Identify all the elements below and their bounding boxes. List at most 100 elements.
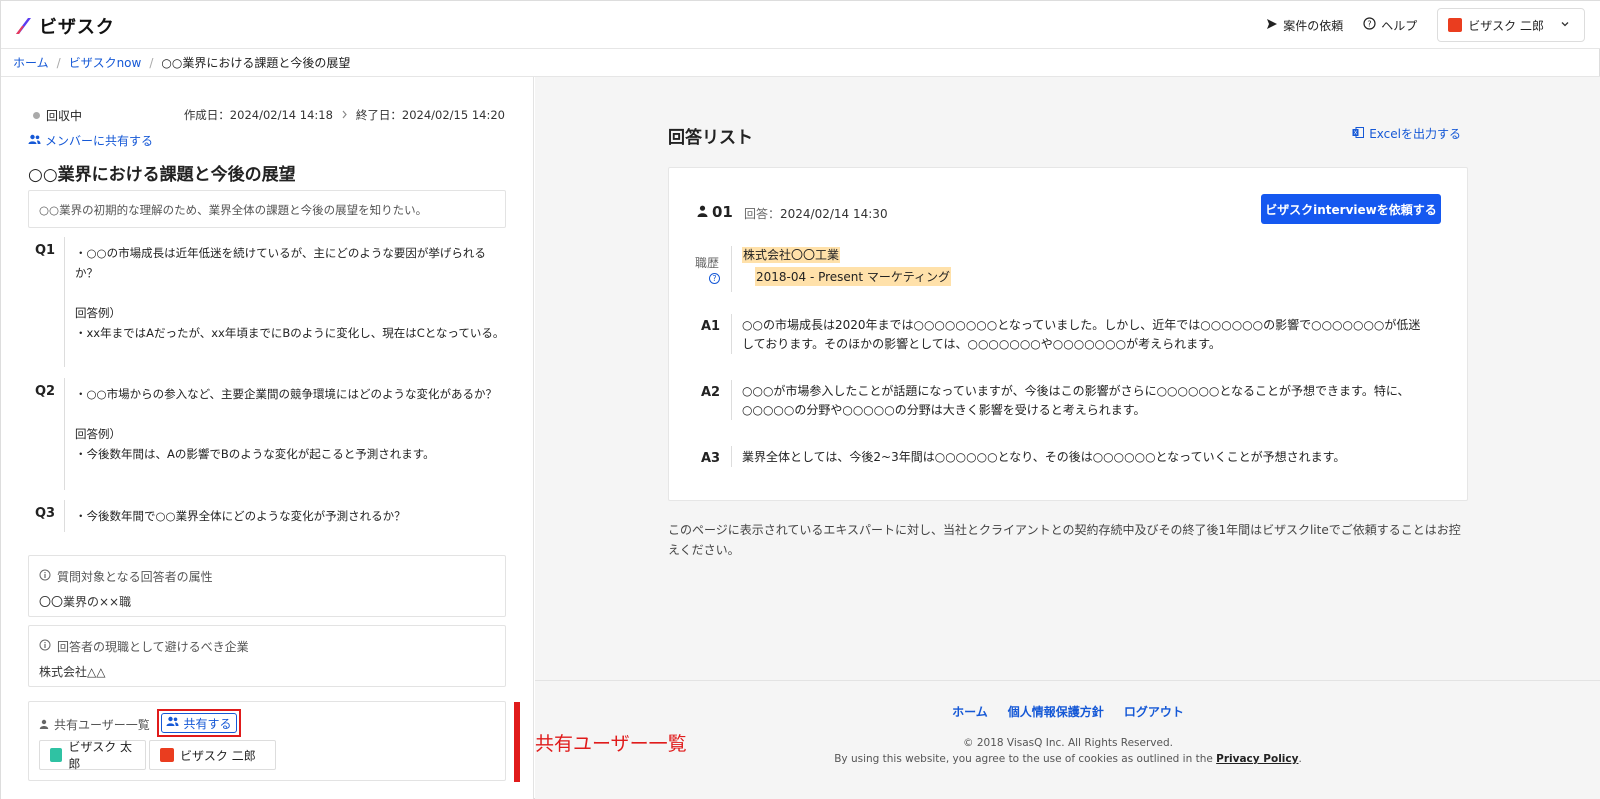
logo[interactable]: ビザスク [13,13,115,39]
avatar [160,748,174,762]
breadcrumb-separator: / [149,55,154,70]
career-label: 職歴 [695,256,720,270]
project-detail-panel: 回収中 作成日：2024/02/14 14:18 終了日：2024/02/15 … [1,77,534,799]
answer-date-key: 回答： [744,207,781,221]
annotation-bar [514,702,520,782]
answer-text: ○○○が市場参入したことが話題になっていますが、今後はこの影響がさらに○○○○○… [731,380,1431,420]
target-attribute-heading: 質問対象となる回答者の属性 [39,568,495,585]
footer-link-home[interactable]: ホーム [952,703,988,720]
logo-mark-icon [13,15,35,37]
shared-user-name: ビザスク 太郎 [68,740,133,771]
request-interview-button[interactable]: ビザスクinterviewを依頼する [1261,194,1441,224]
breadcrumb-home[interactable]: ホーム [13,54,49,71]
question-label: Q3 [35,506,56,521]
avatar [1448,18,1463,32]
answer-item: A3 業界全体としては、今後2~3年間は○○○○○○となり、その後は○○○○○○… [669,446,1469,467]
respondent-number: 01 [712,203,733,221]
answer-item: A2 ○○○が市場参入したことが話題になっていますが、今後はこの影響がさらに○○… [669,380,1469,420]
status-label: 回収中 [46,109,83,123]
breadcrumb-separator: / [56,55,61,70]
person-icon [697,203,708,221]
share-button-label: 共有する [183,716,232,731]
footer-link-privacy[interactable]: 個人情報保護方針 [1008,703,1104,720]
question-label: Q2 [35,384,56,399]
header-nav: 案件の依頼 ? ヘルプ ビザスク 二郎 [1266,8,1585,42]
send-icon [1266,18,1278,33]
share-button-highlight: 共有する [157,709,241,737]
answers-title: 回答リスト [668,128,753,148]
status-dot-icon [33,112,40,119]
target-attribute-box: 質問対象となる回答者の属性 〇〇業界の××職 [28,555,506,617]
info-icon [39,639,51,654]
answers-panel: 回答リスト X Excelを出力する 01 回答：2024/02/14 14:3… [535,77,1600,799]
export-excel-link[interactable]: X Excelを出力する [1352,125,1461,142]
target-attribute-value: 〇〇業界の××職 [39,595,132,609]
target-attribute-title: 質問対象となる回答者の属性 [57,570,213,584]
header: ビザスク 案件の依頼 ? ヘルプ ビザスク 二郎 [1,1,1600,49]
respondent-id: 01 [697,203,733,221]
breadcrumb-current: ○○業界における課題と今後の展望 [161,56,351,70]
career-details: 株式会社〇〇工業 2018-04 - Present マーケティング [731,246,951,292]
project-description: ○○業界の初期的な理解のため、業界全体の課題と今後の展望を知りたい。 [28,190,506,228]
user-name: ビザスク 二郎 [1468,18,1544,33]
career-entry: 2018-04 - Present マーケティング [755,267,951,286]
shared-user-name: ビザスク 二郎 [180,748,256,763]
footer-links: ホーム 個人情報保護方針 ログアウト [535,703,1600,720]
avoid-companies-title: 回答者の現職として避けるべき企業 [57,640,249,654]
cookie-end: . [1298,753,1302,765]
cookie-text: By using this website, you agree to the … [834,753,1217,765]
avoid-companies-heading: 回答者の現職として避けるべき企業 [39,638,495,655]
status-badge: 回収中 [33,107,82,124]
question-item: Q2 ・○○市場からの参入など、主要企業間の競争環境にはどのような変化があるか？… [28,378,506,490]
avoid-companies-box: 回答者の現職として避けるべき企業 株式会社△△ [28,625,506,687]
help-link[interactable]: ? ヘルプ [1363,17,1417,34]
shared-users-heading: 共有ユーザー一覧 [39,716,150,733]
chevron-right-icon [341,108,348,122]
user-menu-button[interactable]: ビザスク 二郎 [1437,8,1585,42]
share-with-members-link[interactable]: メンバーに共有する [28,132,153,149]
share-with-members-label: メンバーに共有する [45,134,154,148]
created-date: 作成日：2024/02/14 14:18 [183,108,333,122]
help-label: ヘルプ [1381,18,1418,33]
question-text: ・○○市場からの参入など、主要企業間の競争環境にはどのような変化があるか？ 回答… [64,378,497,490]
export-excel-label: Excelを出力する [1369,127,1461,141]
help-circle-icon: ? [1363,17,1376,33]
question-item: Q1 ・○○の市場成長は近年低迷を続けているが、主にどのような要因が挙げられるか… [28,237,506,367]
share-button[interactable]: 共有する [161,713,237,733]
answer-date: 回答：2024/02/14 14:30 [744,205,888,222]
answer-label: A2 [701,385,721,400]
answer-card: 01 回答：2024/02/14 14:30 ビザスクinterviewを依頼す… [668,167,1468,501]
career-help-icon[interactable]: ? [709,273,720,284]
page-title: ○○業界における課題と今後の展望 [28,165,296,185]
person-icon [39,718,49,732]
copyright: © 2018 VisasQ Inc. All Rights Reserved. [963,737,1173,749]
question-text: ・○○の市場成長は近年低迷を続けているが、主にどのような要因が挙げられるか？ 回… [64,237,506,367]
app-frame: ビザスク 案件の依頼 ? ヘルプ ビザスク 二郎 ホーム / ビザスクnow /… [0,0,1600,799]
footer: ホーム 個人情報保護方針 ログアウト © 2018 VisasQ Inc. Al… [535,680,1600,799]
company-name: 株式会社〇〇工業 [742,247,841,263]
svg-text:X: X [1354,130,1358,136]
shared-user-chip: ビザスク 二郎 [149,740,276,770]
privacy-policy-link[interactable]: Privacy Policy [1216,753,1298,765]
shared-users-box: 共有ユーザー一覧 共有する ビザスク 太郎 ビザスク 二郎 [28,701,506,781]
excel-icon: X [1352,126,1365,141]
footer-link-logout[interactable]: ログアウト [1124,703,1184,720]
question-item: Q3 ・今後数年間で○○業界全体にどのような変化が予測されるか？ [28,500,506,532]
info-icon [39,569,51,584]
people-icon [28,134,41,148]
answer-text: ○○の市場成長は2020年までは○○○○○○○○となっていました。しかし、近年で… [731,314,1431,354]
shared-user-chip: ビザスク 太郎 [39,740,146,771]
cookie-notice: By using this website, you agree to the … [535,753,1600,765]
question-label: Q1 [35,243,56,258]
breadcrumb-section[interactable]: ビザスクnow [69,54,142,71]
breadcrumb: ホーム / ビザスクnow / ○○業界における課題と今後の展望 [1,49,1600,77]
people-icon [166,716,179,730]
ended-date: 終了日：2024/02/15 14:20 [355,108,505,122]
answer-label: A1 [701,319,721,334]
annotation-label: 共有ユーザー一覧 [535,733,687,755]
answer-label: A3 [701,451,721,466]
logo-text: ビザスク [39,17,115,38]
question-text: ・今後数年間で○○業界全体にどのような変化が予測されるか？ [64,500,406,532]
request-project-link[interactable]: 案件の依頼 [1266,17,1343,34]
answer-date-value: 2024/02/14 14:30 [780,207,888,221]
